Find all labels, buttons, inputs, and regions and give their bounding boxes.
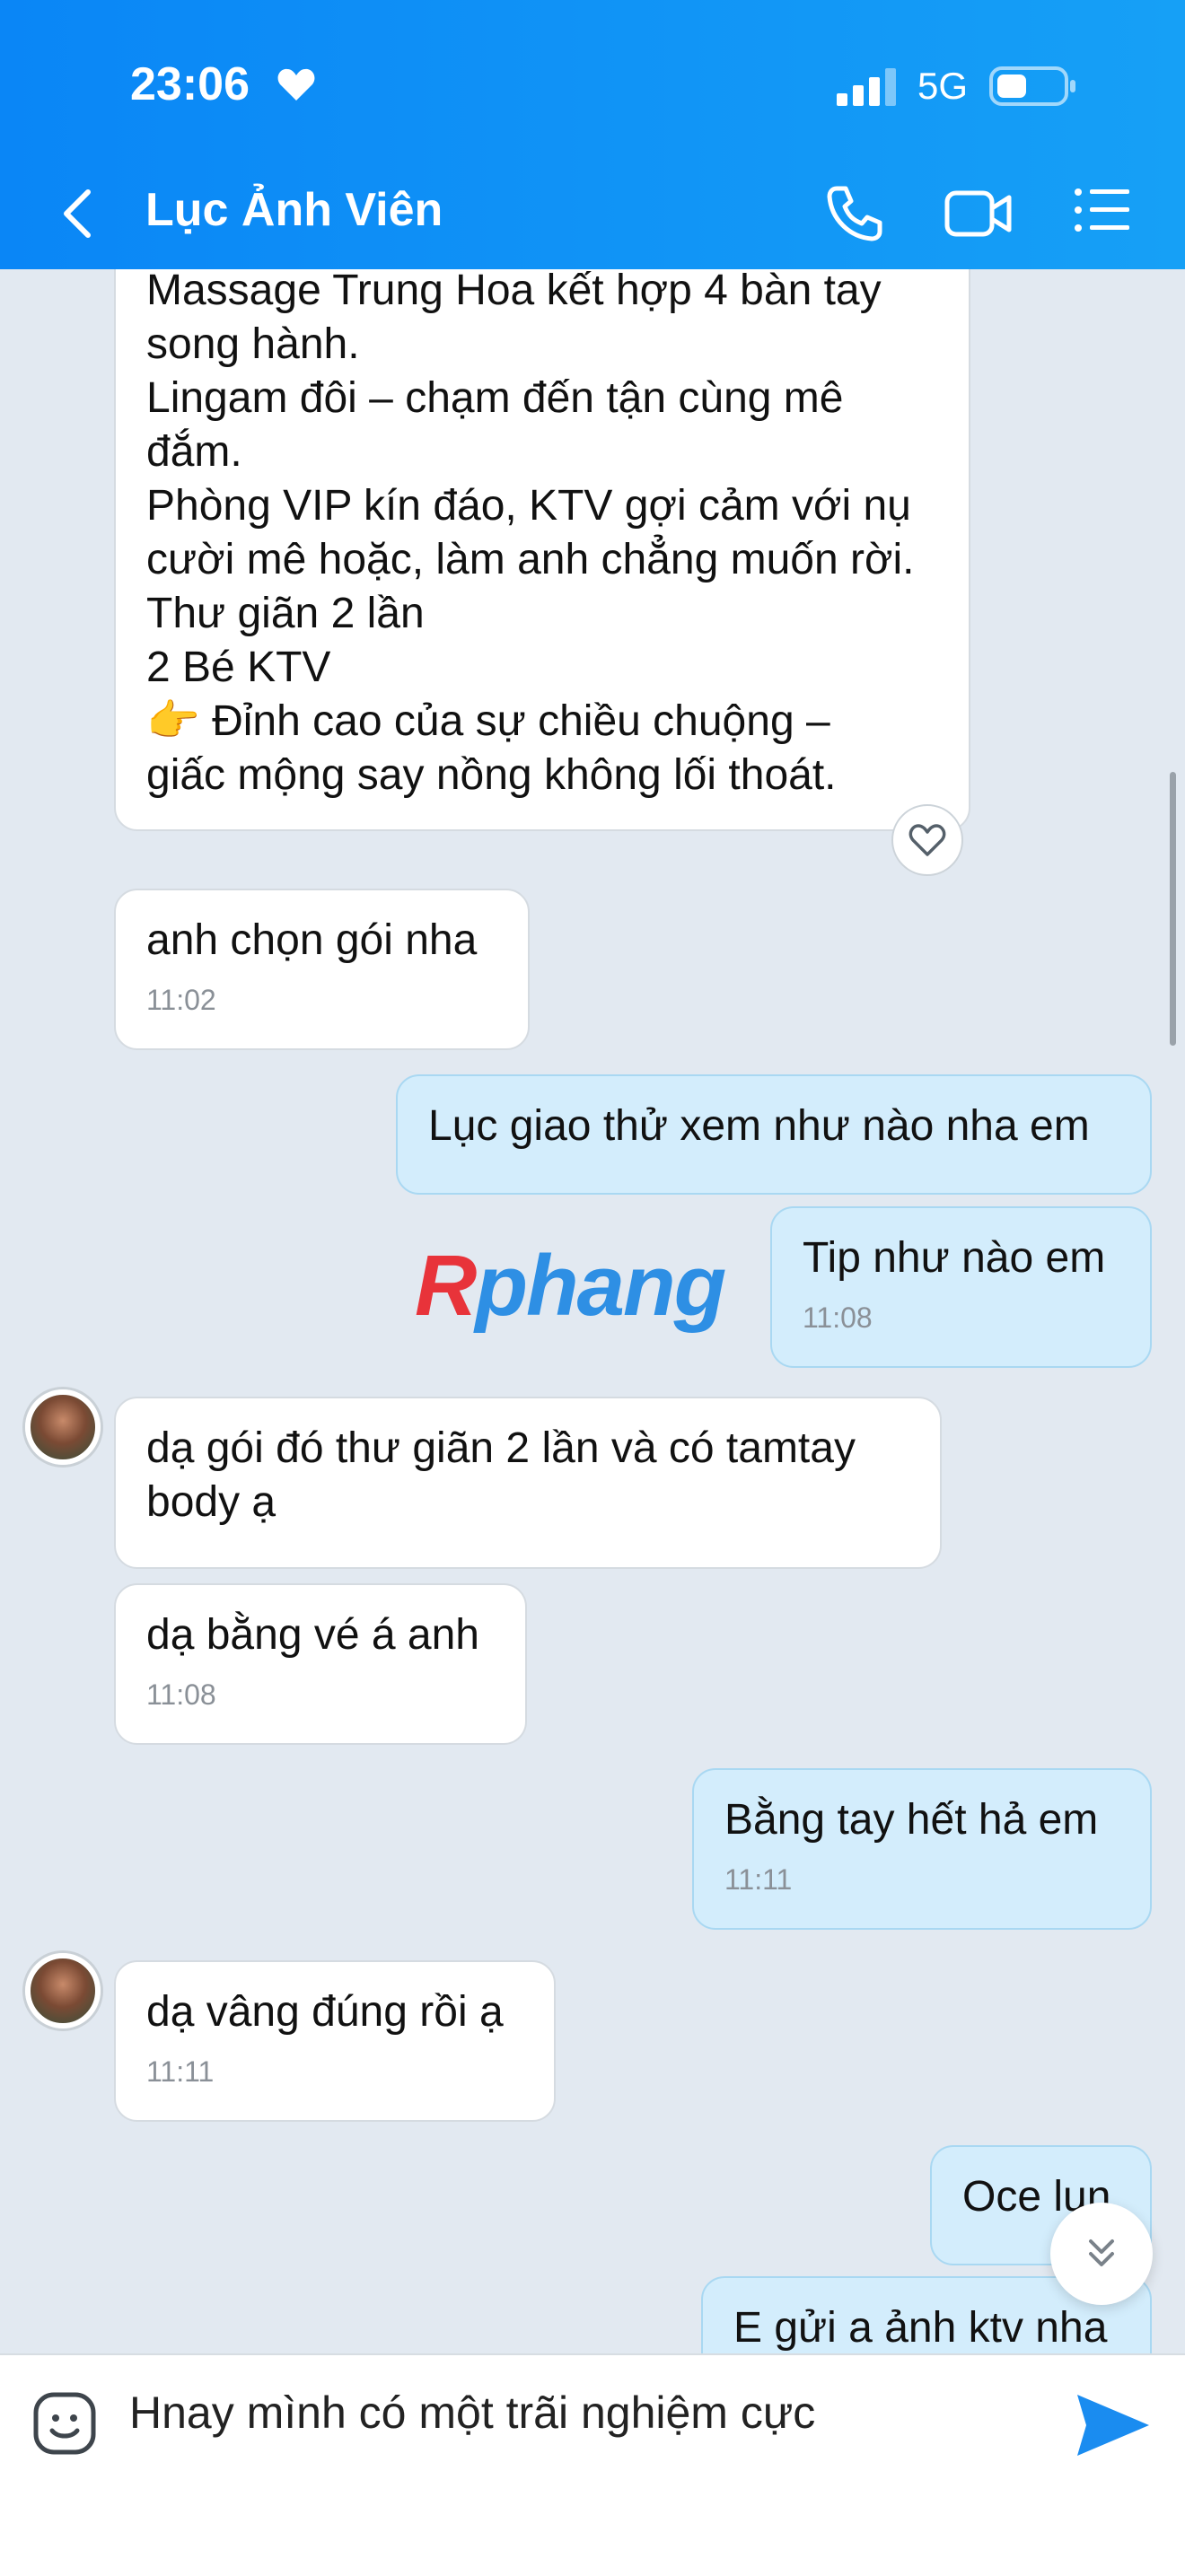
message-text: Tip như nào em bbox=[803, 1234, 1106, 1282]
message-input[interactable] bbox=[127, 2386, 1011, 2440]
heart-outline-icon bbox=[908, 824, 946, 856]
signal-icon bbox=[837, 68, 896, 106]
message-text: dạ vâng đúng rồi ạ bbox=[146, 1988, 504, 2036]
message-text: anh chọn gói nha bbox=[146, 916, 478, 964]
message-time: 11:08 bbox=[146, 1678, 216, 1711]
network-type: 5G bbox=[917, 65, 969, 107]
scrollbar-thumb[interactable] bbox=[1170, 772, 1176, 1046]
send-icon[interactable] bbox=[1074, 2391, 1151, 2459]
double-chevron-down-icon bbox=[1089, 2239, 1114, 2266]
contact-avatar[interactable] bbox=[25, 1389, 101, 1465]
message-text: Bằng tay hết hả em bbox=[724, 1796, 1099, 1844]
message-incoming[interactable]: Massage Trung Hoa kết hợp 4 bàn tay song… bbox=[114, 224, 970, 831]
message-time: 11:11 bbox=[724, 1863, 793, 1896]
scroll-to-bottom-button[interactable] bbox=[1050, 2203, 1153, 2305]
react-heart-button[interactable] bbox=[891, 804, 963, 876]
message-incoming[interactable]: dạ gói đó thư giãn 2 lần và có tamtay bo… bbox=[114, 1397, 942, 1569]
message-incoming[interactable]: dạ bằng vé á anh 11:08 bbox=[114, 1583, 527, 1745]
sticker-icon[interactable] bbox=[32, 2391, 97, 2456]
message-text: dạ gói đó thư giãn 2 lần và có tamtay bo… bbox=[146, 1424, 856, 1526]
message-time: 11:08 bbox=[803, 1301, 873, 1334]
message-incoming[interactable]: dạ vâng đúng rồi ạ 11:11 bbox=[114, 1960, 556, 2122]
phone-call-icon[interactable] bbox=[824, 183, 885, 244]
message-text: Massage Trung Hoa kết hợp 4 bàn tay song… bbox=[146, 267, 915, 799]
message-outgoing[interactable]: Tip như nào em 11:08 bbox=[770, 1206, 1152, 1368]
message-time: 11:11 bbox=[146, 2055, 215, 2088]
message-text: dạ bằng vé á anh bbox=[146, 1611, 479, 1659]
message-outgoing[interactable]: Lục giao thử xem như nào nha em bbox=[396, 1074, 1152, 1195]
message-time: 11:02 bbox=[146, 984, 216, 1016]
contact-name[interactable]: Lục Ảnh Viên bbox=[145, 183, 443, 237]
message-text: E gửi a ảnh ktv nha bbox=[733, 2304, 1108, 2352]
back-arrow-icon[interactable] bbox=[59, 187, 95, 241]
menu-list-icon[interactable] bbox=[1074, 187, 1131, 233]
message-text: Lục giao thử xem như nào nha em bbox=[428, 1102, 1090, 1150]
chat-header: 23:06 5G Lục Ảnh Viên bbox=[0, 0, 1185, 269]
heart-icon bbox=[277, 68, 315, 101]
battery-icon bbox=[989, 66, 1075, 106]
video-call-icon[interactable] bbox=[944, 188, 1013, 239]
status-time: 23:06 bbox=[130, 58, 250, 110]
contact-avatar[interactable] bbox=[25, 1953, 101, 2028]
message-incoming[interactable]: anh chọn gói nha 11:02 bbox=[114, 889, 530, 1050]
message-outgoing[interactable]: Bằng tay hết hả em 11:11 bbox=[692, 1768, 1152, 1930]
watermark-logo: Rphang bbox=[415, 1238, 726, 1334]
message-composer bbox=[0, 2353, 1185, 2576]
